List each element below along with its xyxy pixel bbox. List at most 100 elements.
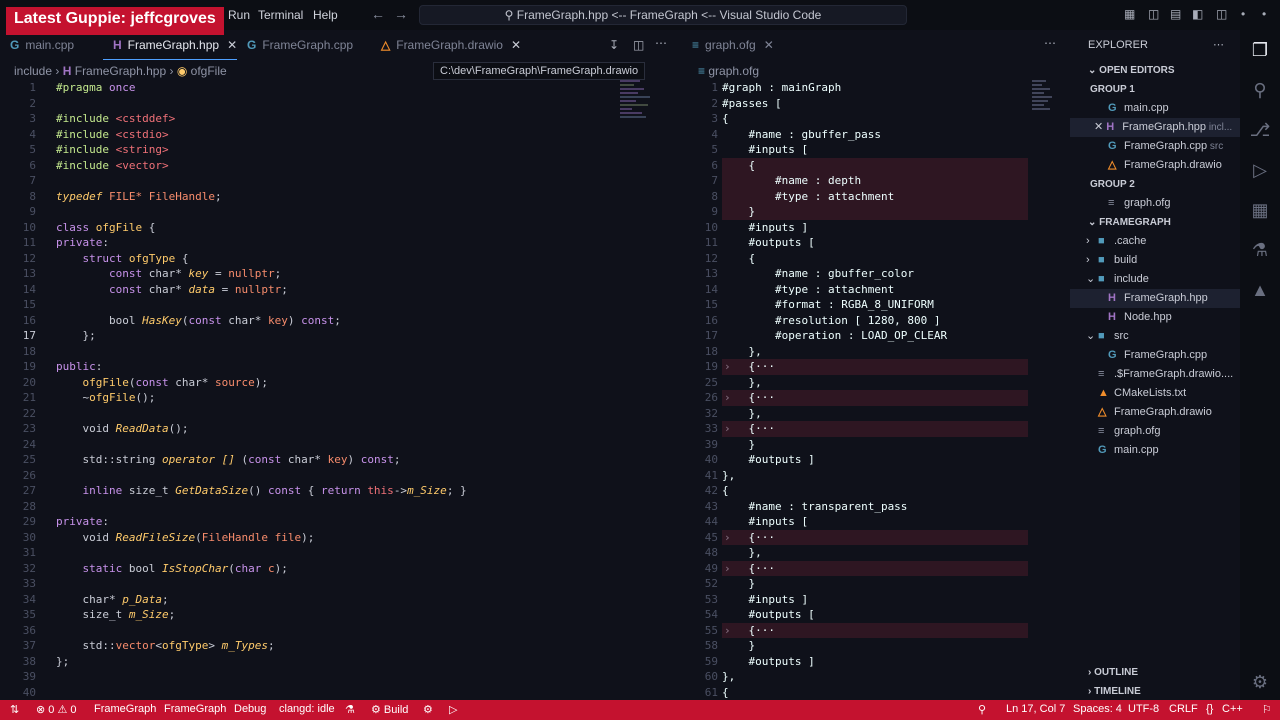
code-line[interactable]: {	[722, 685, 1028, 701]
project-header[interactable]: ⌄ FRAMEGRAPH	[1070, 213, 1240, 232]
code-line[interactable]: struct ofgType {	[56, 251, 616, 267]
code-line[interactable]: ~ofgFile();	[56, 390, 616, 406]
code-line[interactable]: #format : RGBA_8_UNIFORM	[722, 297, 1028, 313]
breadcrumb-folder[interactable]: include	[14, 64, 52, 78]
code-area[interactable]: #graph : mainGraph #passes [{ #name : gbu…	[722, 80, 1028, 700]
menu-help[interactable]: Help	[313, 8, 338, 22]
code-line[interactable]: }	[722, 204, 1028, 220]
code-line[interactable]: };	[56, 328, 616, 344]
explorer-item[interactable]: › ■ .cache	[1070, 232, 1240, 251]
code-line[interactable]: }	[722, 638, 1028, 654]
run-debug-icon[interactable]: ▷	[1240, 150, 1280, 190]
code-line[interactable]: }	[722, 437, 1028, 453]
code-line[interactable]: inline size_t GetDataSize() const { retu…	[56, 483, 616, 499]
folded-region[interactable]: {···	[722, 560, 1028, 576]
code-line[interactable]: std::vector<ofgType> m_Types;	[56, 638, 616, 654]
code-line[interactable]	[56, 669, 616, 685]
code-line[interactable]: #pragma once	[56, 80, 616, 96]
code-line[interactable]	[56, 623, 616, 639]
left-editor[interactable]: 1 2 3 4 5 6 7 8 9 10 11 12 13 14 15 16 17 18 19 20 21 22 23 24 2…	[0, 80, 680, 700]
explorer-item[interactable]: ≡ graph.ofg	[1070, 194, 1240, 213]
code-line[interactable]: #outputs ]	[722, 452, 1028, 468]
code-line[interactable]	[56, 344, 616, 360]
code-line[interactable]	[56, 437, 616, 453]
code-line[interactable]: #outputs ]	[722, 654, 1028, 670]
back-arrow-icon[interactable]: ←	[371, 6, 385, 22]
cmake-icon[interactable]: ▲	[1240, 270, 1280, 310]
remote-icon[interactable]: ⇅	[10, 703, 19, 716]
tab-framegraph-drawio[interactable]: △ FrameGraph.drawio ✕	[371, 30, 521, 60]
code-line[interactable]: #inputs [	[722, 514, 1028, 530]
code-line[interactable]: },	[722, 344, 1028, 360]
breadcrumb-file[interactable]: FrameGraph.hpp	[75, 64, 166, 78]
code-line[interactable]	[56, 297, 616, 313]
timeline-header[interactable]: › TIMELINE	[1070, 682, 1240, 701]
settings-gear-icon[interactable]: ⚙	[1240, 662, 1280, 702]
code-line[interactable]: ofgFile(const char* source);	[56, 375, 616, 391]
notifications-icon[interactable]: ⚐	[1262, 703, 1272, 716]
close-icon[interactable]: ✕	[227, 38, 237, 52]
explorer-item[interactable]: ⌄ ■ src	[1070, 327, 1240, 346]
code-line[interactable]: void ReadData();	[56, 421, 616, 437]
more-actions-icon[interactable]: ⋯	[1044, 36, 1056, 50]
code-line[interactable]: #include <cstddef>	[56, 111, 616, 127]
code-line[interactable]	[56, 96, 616, 112]
code-line[interactable]: #passes [	[722, 96, 1028, 112]
explorer-item[interactable]: G FrameGraph.cpp src	[1070, 137, 1240, 156]
explorer-item[interactable]: ✕ H FrameGraph.hpp incl...	[1070, 118, 1240, 137]
code-line[interactable]: #inputs ]	[722, 220, 1028, 236]
code-line[interactable]: {	[722, 251, 1028, 267]
build-config[interactable]: Debug	[234, 703, 266, 715]
group-1-header[interactable]: GROUP 1	[1070, 80, 1240, 99]
open-editors-header[interactable]: ⌄ OPEN EDITORS	[1070, 61, 1240, 80]
cmake-project[interactable]: FrameGraph	[94, 703, 156, 715]
layout-icon[interactable]: ▦	[1124, 7, 1135, 21]
explorer-item[interactable]: ▲ CMakeLists.txt	[1070, 384, 1240, 403]
code-line[interactable]: void ReadFileSize(FileHandle file);	[56, 530, 616, 546]
code-line[interactable]: private:	[56, 514, 616, 530]
outline-header[interactable]: › OUTLINE	[1070, 663, 1240, 682]
toggle-sidebar-icon[interactable]: ◫	[1148, 7, 1159, 21]
explorer-item[interactable]: △ FrameGraph.drawio	[1070, 403, 1240, 422]
toggle-panel-icon[interactable]: ▤	[1170, 7, 1181, 21]
tab-graph-ofg[interactable]: ≡ graph.ofg ✕	[682, 30, 784, 60]
code-line[interactable]	[56, 406, 616, 422]
code-line[interactable]: #inputs [	[722, 142, 1028, 158]
code-line[interactable]: #outputs [	[722, 235, 1028, 251]
command-center[interactable]: ⚲ FrameGraph.hpp <-- FrameGraph <-- Visu…	[419, 5, 907, 25]
code-line[interactable]: },	[722, 669, 1028, 685]
code-line[interactable]: private:	[56, 235, 616, 251]
forward-arrow-icon[interactable]: →	[394, 6, 408, 22]
code-line[interactable]: #inputs ]	[722, 592, 1028, 608]
cmake-target[interactable]: FrameGraph	[164, 703, 226, 715]
code-line[interactable]: #graph : mainGraph	[722, 80, 1028, 96]
code-line[interactable]: #include <vector>	[56, 158, 616, 174]
code-line[interactable]	[56, 576, 616, 592]
run-icon[interactable]: ▷	[449, 703, 457, 716]
right-minimap[interactable]	[1032, 80, 1072, 200]
folded-region[interactable]: {···	[722, 390, 1028, 406]
more-actions-icon[interactable]: ⋯	[655, 36, 667, 50]
tab-framegraph-cpp[interactable]: G FrameGraph.cpp	[237, 30, 371, 60]
menu-run[interactable]: Run	[228, 8, 250, 22]
kit-icon[interactable]: ⚗	[345, 703, 355, 716]
code-line[interactable]: #type : attachment	[722, 188, 1028, 204]
code-line[interactable]	[56, 173, 616, 189]
menu-terminal[interactable]: Terminal	[258, 8, 303, 22]
code-line[interactable]: },	[722, 545, 1028, 561]
code-line[interactable]: size_t m_Size;	[56, 607, 616, 623]
right-editor[interactable]: 1 2 3 4 5 6 7 8 9 10 11 12 13 14 15 16 17 18 19 › 25 26 › 32 33 ›…	[682, 80, 1070, 700]
folded-region[interactable]: {···	[722, 359, 1028, 375]
explorer-item[interactable]: › ■ build	[1070, 251, 1240, 270]
code-line[interactable]: #name : transparent_pass	[722, 499, 1028, 515]
breadcrumb-file[interactable]: graph.ofg	[708, 64, 759, 78]
close-window-icon[interactable]: •	[1262, 7, 1266, 21]
close-icon[interactable]: ✕	[1094, 121, 1106, 133]
explorer-item[interactable]: H FrameGraph.hpp	[1070, 289, 1240, 308]
zoom-icon[interactable]: ⚲	[978, 703, 986, 716]
explorer-item[interactable]: △ FrameGraph.drawio	[1070, 156, 1240, 175]
explorer-item[interactable]: ≡ .$FrameGraph.drawio....	[1070, 365, 1240, 384]
cursor-position[interactable]: Ln 17, Col 7	[1006, 703, 1065, 715]
code-line[interactable]	[56, 204, 616, 220]
code-line[interactable]: #resolution [ 1280, 800 ]	[722, 313, 1028, 329]
